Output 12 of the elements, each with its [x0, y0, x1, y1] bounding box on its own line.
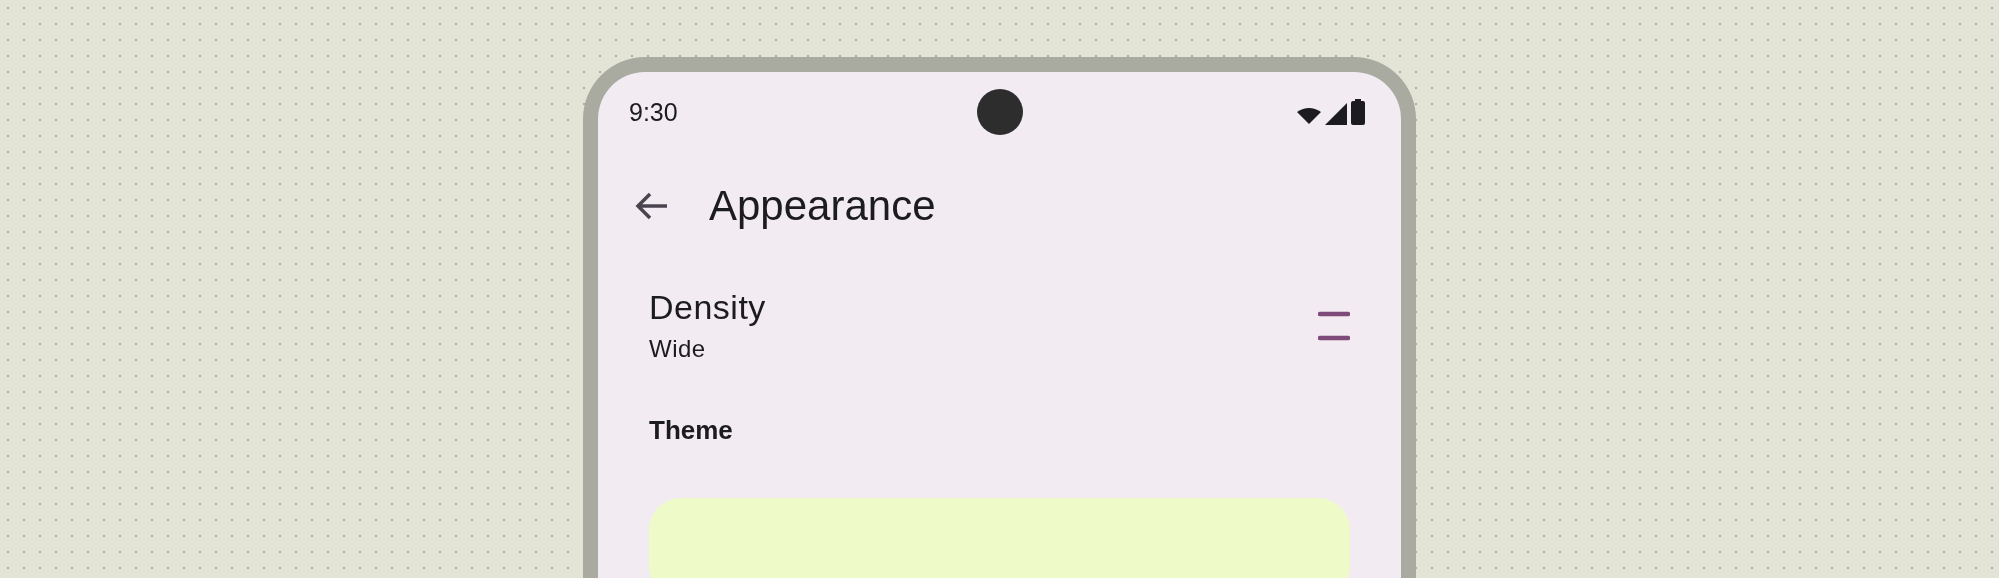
camera-hole: [977, 89, 1023, 135]
wifi-icon: [1297, 107, 1321, 125]
setting-title: Density: [649, 288, 766, 327]
battery-icon: [1351, 99, 1365, 125]
back-arrow-icon[interactable]: [635, 191, 669, 221]
screen-title: Appearance: [709, 182, 936, 230]
signal-icon: [1325, 103, 1347, 125]
section-heading: Theme: [648, 414, 734, 446]
density-icon: [1318, 310, 1350, 341]
status-time: 9:30: [629, 97, 678, 127]
density-setting[interactable]: Density Wide: [598, 260, 1401, 383]
setting-value: Wide: [649, 335, 707, 363]
